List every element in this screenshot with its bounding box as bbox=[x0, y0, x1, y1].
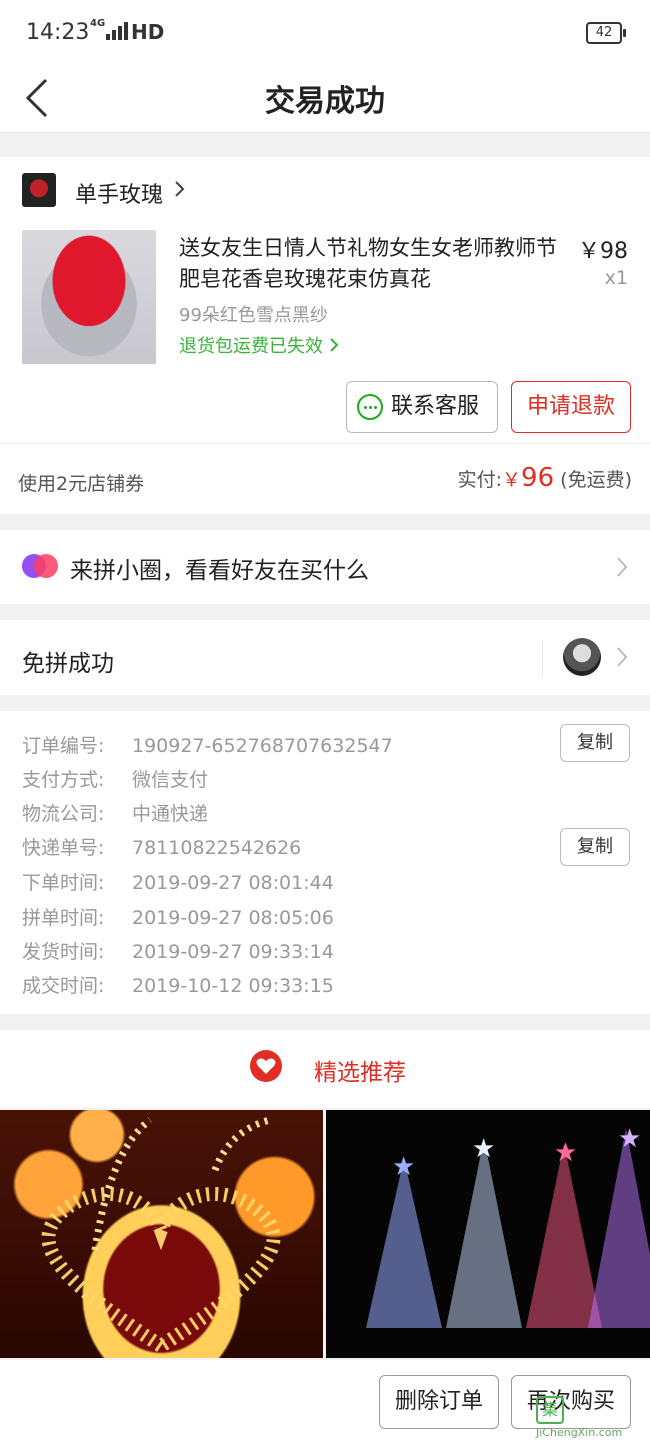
star-icon: ★ bbox=[618, 1124, 642, 1154]
chevron-right-icon bbox=[174, 179, 186, 203]
star-icon: ★ bbox=[392, 1152, 416, 1182]
info-value: 中通快递 bbox=[132, 803, 209, 825]
user-avatar bbox=[563, 638, 601, 676]
copy-tracking-number-button[interactable]: 复制 bbox=[560, 828, 630, 866]
contact-service-button[interactable]: 联系客服 bbox=[346, 381, 498, 433]
shop-avatar bbox=[22, 173, 56, 207]
return-shipping-note[interactable]: 退货包运费已失效 bbox=[179, 332, 339, 358]
info-key: 拼单时间: bbox=[22, 907, 105, 929]
nav-bar: 交易成功 bbox=[0, 64, 650, 133]
product-quantity: x1 bbox=[604, 267, 628, 289]
info-value: 微信支付 bbox=[132, 769, 209, 791]
pin-circle-row[interactable]: 来拼小圈，看看好友在买什么 bbox=[0, 530, 650, 604]
site-watermark: 集 JiChengXin.com bbox=[536, 1396, 648, 1440]
tree-icon bbox=[588, 1128, 650, 1328]
coupon-text: 使用2元店铺券 bbox=[18, 473, 145, 495]
tree-icon bbox=[446, 1138, 522, 1328]
pin-circle-text: 来拼小圈，看看好友在买什么 bbox=[70, 558, 369, 584]
shipping-note: (免运费) bbox=[560, 469, 632, 491]
info-row-payment: 支付方式: 微信支付 bbox=[22, 765, 208, 792]
info-row-order-number: 订单编号: 190927-652768707632547 bbox=[22, 731, 393, 758]
delete-order-button[interactable]: 删除订单 bbox=[379, 1375, 499, 1429]
chat-bubble-icon bbox=[357, 394, 383, 420]
info-key: 成交时间: bbox=[22, 975, 105, 997]
recommend-item-candles[interactable] bbox=[0, 1110, 323, 1358]
copy-order-number-button[interactable]: 复制 bbox=[560, 724, 630, 762]
order-card: 单手玫瑰 送女友生日情人节礼物女生女老师教师节肥皂花香皂玫瑰花束仿真花 ￥98 … bbox=[0, 157, 650, 514]
info-key: 发货时间: bbox=[22, 941, 105, 963]
product-title[interactable]: 送女友生日情人节礼物女生女老师教师节肥皂花香皂玫瑰花束仿真花 bbox=[179, 233, 569, 295]
divider bbox=[542, 640, 543, 676]
recommend-title: 精选推荐 bbox=[0, 1053, 650, 1087]
paid-amount: 实付:￥96 (免运费) bbox=[458, 463, 632, 493]
product-price: ￥98 bbox=[578, 239, 628, 264]
apply-refund-button[interactable]: 申请退款 bbox=[511, 381, 631, 433]
info-row-logistics: 物流公司: 中通快递 bbox=[22, 799, 208, 826]
chevron-right-icon bbox=[330, 338, 339, 352]
info-key: 订单编号: bbox=[22, 735, 105, 757]
chevron-right-icon bbox=[616, 556, 628, 582]
info-value: 78110822542626 bbox=[132, 837, 302, 859]
watermark-url: JiChengXin.com bbox=[536, 1426, 623, 1439]
contact-service-label: 联系客服 bbox=[391, 394, 480, 419]
paid-value: 96 bbox=[521, 463, 555, 493]
chevron-right-icon bbox=[616, 646, 628, 672]
page-title: 交易成功 bbox=[265, 84, 385, 119]
paid-currency: ￥ bbox=[502, 469, 522, 491]
recommend-title-text: 精选推荐 bbox=[314, 1060, 406, 1086]
free-group-row[interactable]: 免拼成功 bbox=[0, 620, 650, 695]
status-bar: 14:23 4G HD 42 bbox=[0, 0, 650, 64]
pin-circle-icon bbox=[22, 554, 58, 578]
info-key: 支付方式: bbox=[22, 769, 105, 791]
hd-badge: HD bbox=[131, 20, 165, 44]
info-row-order-time: 下单时间: 2019-09-27 08:01:44 bbox=[22, 868, 334, 895]
info-row-deal-time: 成交时间: 2019-10-12 09:33:15 bbox=[22, 971, 334, 998]
signal-icon bbox=[106, 22, 128, 40]
info-key: 物流公司: bbox=[22, 803, 105, 825]
paid-label: 实付: bbox=[457, 469, 503, 491]
shop-name: 单手玫瑰 bbox=[75, 183, 164, 208]
return-shipping-label: 退货包运费已失效 bbox=[179, 336, 323, 357]
info-value: 2019-10-12 09:33:15 bbox=[132, 975, 334, 997]
info-value: 2019-09-27 08:01:44 bbox=[132, 872, 334, 894]
info-row-group-time: 拼单时间: 2019-09-27 08:05:06 bbox=[22, 903, 334, 930]
product-spec: 99朵红色雪点黑纱 bbox=[179, 305, 328, 326]
tree-icon bbox=[366, 1158, 442, 1328]
free-group-label: 免拼成功 bbox=[22, 651, 114, 677]
product-thumbnail[interactable] bbox=[22, 230, 156, 364]
network-type: 4G bbox=[90, 18, 106, 29]
status-time: 14:23 bbox=[26, 20, 90, 45]
candle-heart-image bbox=[41, 1116, 281, 1355]
info-key: 下单时间: bbox=[22, 872, 105, 894]
recommend-item-fiber-trees[interactable]: ★ ★ ★ ★ bbox=[326, 1110, 650, 1358]
watermark-logo-icon: 集 bbox=[536, 1396, 564, 1424]
divider bbox=[0, 443, 650, 444]
info-row-ship-time: 发货时间: 2019-09-27 09:33:14 bbox=[22, 937, 334, 964]
info-value: 2019-09-27 09:33:14 bbox=[132, 941, 334, 963]
battery-icon: 42 bbox=[586, 22, 626, 44]
info-value: 190927-652768707632547 bbox=[132, 735, 393, 757]
info-row-tracking: 快递单号: 78110822542626 bbox=[22, 833, 301, 860]
star-icon: ★ bbox=[554, 1138, 578, 1168]
info-value: 2019-09-27 08:05:06 bbox=[132, 907, 334, 929]
recommend-header: 精选推荐 bbox=[0, 1030, 650, 1108]
info-key: 快递单号: bbox=[22, 837, 105, 859]
order-info-section: 订单编号: 190927-652768707632547 复制 支付方式: 微信支付… bbox=[0, 711, 650, 1014]
star-icon: ★ bbox=[472, 1134, 496, 1164]
